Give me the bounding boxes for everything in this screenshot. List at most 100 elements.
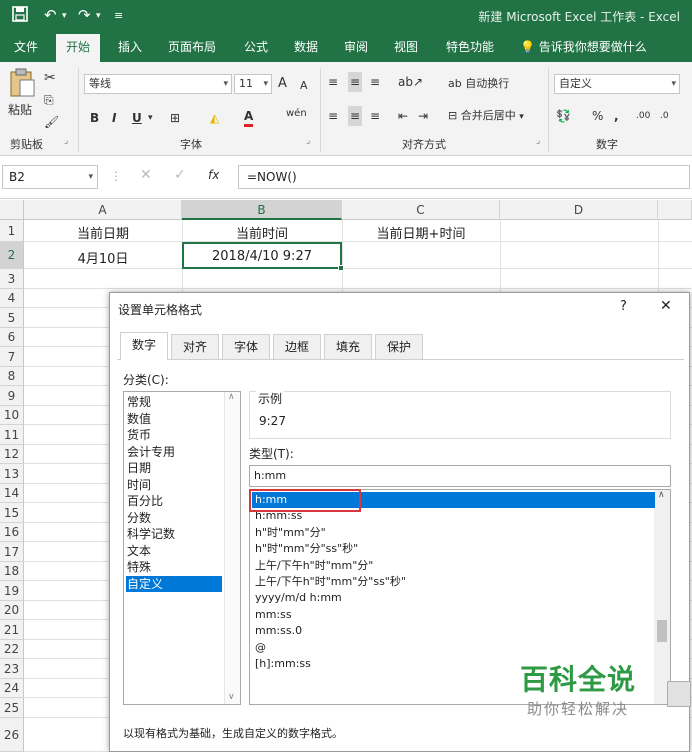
merge-center-button[interactable]: ⊟ 合并后居中 ▾ — [448, 106, 524, 127]
copy-icon[interactable]: ⎘ — [44, 90, 54, 110]
column-header-e[interactable] — [658, 200, 692, 220]
fill-color-icon[interactable]: ◭ — [210, 108, 219, 128]
row-header-6[interactable]: 6 — [0, 328, 24, 347]
row-header-7[interactable]: 7 — [0, 347, 24, 367]
font-color-button[interactable]: A — [244, 108, 254, 127]
select-all-button[interactable] — [0, 200, 24, 220]
paste-button[interactable]: 粘贴 — [8, 100, 32, 120]
row-header-14[interactable]: 14 — [0, 484, 24, 503]
formula-input[interactable]: =NOW() — [238, 165, 690, 189]
decrease-indent-icon[interactable]: ⇤ — [398, 106, 408, 126]
tab-view[interactable]: 视图 — [384, 32, 428, 62]
save-icon[interactable] — [12, 6, 28, 26]
phonetic-button[interactable]: wén — [286, 104, 307, 124]
category-item[interactable]: 特殊 — [126, 559, 222, 575]
dialog-tab-protection[interactable]: 保护 — [375, 334, 424, 360]
align-left-icon[interactable]: ≡ — [328, 106, 338, 126]
cell-b1[interactable]: 当前时间 — [182, 223, 342, 242]
category-item[interactable]: 日期 — [126, 460, 222, 476]
dialog-tab-number[interactable]: 数字 — [120, 332, 169, 360]
cut-icon[interactable]: ✂ — [44, 68, 56, 88]
align-top-icon[interactable]: ≡ — [328, 72, 338, 92]
category-scrollbar[interactable]: ∧ ∨ — [224, 392, 240, 704]
enter-icon[interactable]: ✓ — [174, 167, 186, 183]
shrink-font-button[interactable]: A — [300, 76, 308, 96]
column-header-b[interactable]: B — [182, 200, 342, 220]
tab-insert[interactable]: 插入 — [108, 32, 152, 62]
cell-a1[interactable]: 当前日期 — [24, 223, 182, 242]
tab-review[interactable]: 审阅 — [334, 32, 378, 62]
bold-button[interactable]: B — [90, 108, 99, 128]
customize-icon[interactable]: ≡ — [114, 9, 123, 22]
row-header-24[interactable]: 24 — [0, 679, 24, 698]
number-format-combo[interactable]: 自定义 ▾ — [554, 74, 680, 94]
row-header-17[interactable]: 17 — [0, 542, 24, 562]
category-item[interactable]: 文本 — [126, 543, 222, 559]
format-item[interactable]: @ — [252, 640, 655, 656]
row-header-11[interactable]: 11 — [0, 425, 24, 445]
row-header-4[interactable]: 4 — [0, 289, 24, 308]
category-item[interactable]: 数值 — [126, 411, 222, 427]
close-button[interactable]: ✕ — [660, 298, 672, 314]
row-header-15[interactable]: 15 — [0, 503, 24, 523]
tab-home[interactable]: 开始 — [56, 34, 101, 62]
format-item[interactable]: 上午/下午h"时"mm"分"ss"秒" — [252, 574, 655, 590]
dialog-tab-fill[interactable]: 填充 — [324, 334, 373, 360]
tell-me-box[interactable]: 💡 告诉我你想要做什么 — [510, 32, 657, 62]
name-box[interactable]: B2 ▾ — [2, 165, 98, 189]
category-item[interactable]: 自定义 — [126, 575, 222, 592]
percent-button[interactable]: % — [592, 106, 603, 126]
category-item[interactable]: 货币 — [126, 427, 222, 443]
format-item[interactable]: h"时"mm"分"ss"秒" — [252, 541, 655, 557]
row-header-5[interactable]: 5 — [0, 308, 24, 328]
row-header-1[interactable]: 1 — [0, 220, 24, 242]
dialog-tab-font[interactable]: 字体 — [222, 334, 271, 360]
row-header-19[interactable]: 19 — [0, 581, 24, 601]
format-painter-icon[interactable]: 🖌 — [44, 112, 59, 132]
column-header-c[interactable]: C — [342, 200, 500, 220]
row-header-8[interactable]: 8 — [0, 367, 24, 386]
tab-formulas[interactable]: 公式 — [234, 32, 278, 62]
category-item[interactable]: 分数 — [126, 510, 222, 526]
scroll-up-icon[interactable]: ∧ — [228, 392, 235, 402]
category-list[interactable]: ∧ ∨ 常规 数值 货币 会计专用 日期 时间 百分比 分数 科学记数 文本 特殊 自定义 — [123, 391, 241, 705]
tab-page-layout[interactable]: 页面布局 — [158, 32, 226, 62]
paste-icon[interactable] — [8, 68, 40, 102]
scroll-down-icon[interactable]: ∨ — [228, 692, 235, 702]
tab-data[interactable]: 数据 — [284, 32, 328, 62]
underline-button[interactable]: U — [132, 108, 142, 128]
align-right-icon[interactable]: ≡ — [370, 106, 380, 126]
row-header-22[interactable]: 22 — [0, 640, 24, 659]
fill-handle[interactable] — [338, 265, 344, 271]
column-header-a[interactable]: A — [24, 200, 182, 220]
currency-icon[interactable]: 💱 — [556, 106, 571, 126]
italic-button[interactable]: I — [112, 108, 116, 128]
help-button[interactable]: ? — [620, 299, 627, 314]
format-item[interactable]: yyyy/m/d h:mm — [252, 590, 655, 606]
format-scrollbar[interactable]: ∧ — [654, 490, 670, 704]
underline-dropdown-icon[interactable]: ▾ — [148, 108, 153, 128]
row-header-2[interactable]: 2 — [0, 242, 24, 269]
font-launcher-icon[interactable]: ⌟ — [306, 136, 310, 146]
category-item[interactable]: 会计专用 — [126, 444, 222, 460]
row-header-18[interactable]: 18 — [0, 562, 24, 581]
category-item[interactable]: 时间 — [126, 477, 222, 493]
formula-bar-options-icon[interactable]: ⋮ — [110, 169, 122, 183]
grow-font-button[interactable]: A — [278, 74, 287, 94]
row-header-10[interactable]: 10 — [0, 406, 24, 425]
redo-dropdown-icon[interactable]: ▾ — [96, 11, 101, 21]
delete-button[interactable] — [667, 681, 691, 707]
font-size-combo[interactable]: 11 ▾ — [234, 74, 272, 94]
wrap-text-button[interactable]: ab 自动换行 — [448, 74, 509, 94]
category-item[interactable]: 常规 — [126, 394, 222, 410]
align-middle-icon[interactable]: ≡ — [348, 72, 363, 92]
row-header-16[interactable]: 16 — [0, 523, 24, 542]
undo-dropdown-icon[interactable]: ▾ — [62, 11, 67, 21]
cell-a2[interactable]: 4月10日 — [24, 248, 182, 267]
column-header-d[interactable]: D — [500, 200, 658, 220]
cell-c1[interactable]: 当前日期+时间 — [342, 223, 500, 242]
format-item[interactable]: mm:ss.0 — [252, 623, 655, 639]
row-header-12[interactable]: 12 — [0, 445, 24, 464]
row-header-20[interactable]: 20 — [0, 601, 24, 620]
scroll-up-icon[interactable]: ∧ — [658, 490, 665, 500]
